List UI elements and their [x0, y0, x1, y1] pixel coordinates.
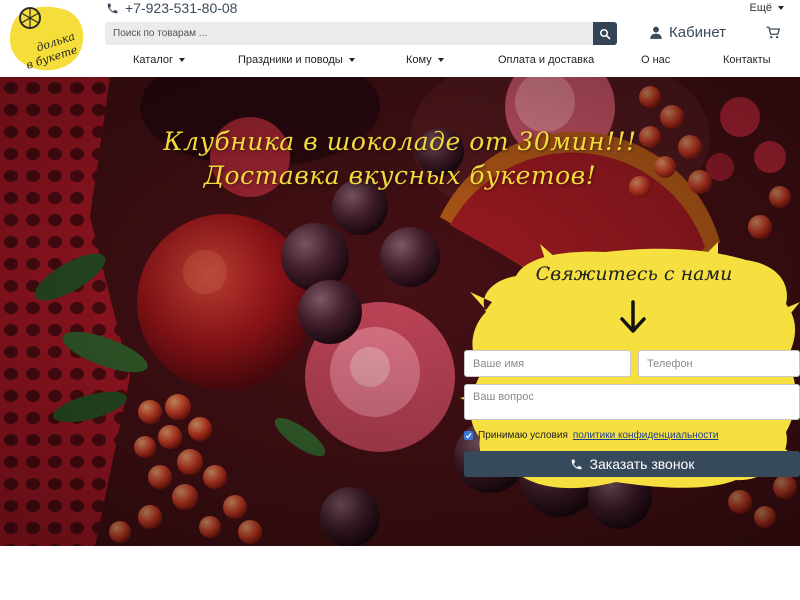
consent-checkbox[interactable] — [464, 431, 473, 440]
page-below-fold — [0, 546, 800, 600]
more-menu[interactable]: Ещё — [749, 2, 784, 14]
name-field[interactable] — [464, 350, 631, 377]
request-call-label: Заказать звонок — [589, 456, 695, 472]
consent-text: Принимаю условия — [478, 430, 568, 441]
nav-label: О нас — [641, 54, 671, 66]
chevron-down-icon — [348, 58, 355, 62]
nav-label: Каталог — [133, 54, 173, 66]
cart-icon — [766, 26, 781, 39]
cart-button[interactable] — [766, 26, 781, 44]
arrow-down-icon — [620, 300, 646, 333]
question-field[interactable] — [464, 384, 800, 420]
phone-field[interactable] — [638, 350, 800, 377]
contact-form-heading: Свяжитесь с нами — [535, 263, 733, 285]
nav-label: Праздники и поводы — [238, 54, 343, 66]
nav-item-holidays[interactable]: Праздники и поводы — [238, 54, 355, 66]
search-input[interactable] — [105, 22, 593, 45]
nav-label: Контакты — [723, 54, 771, 66]
phone-icon — [571, 459, 581, 469]
privacy-policy-link[interactable]: политики конфиденциальности — [573, 430, 719, 441]
cabinet-label: Кабинет — [669, 24, 727, 41]
logo[interactable]: долька в букете — [8, 4, 86, 72]
nav-label: Оплата и доставка — [498, 54, 595, 66]
cabinet-link[interactable]: Кабинет — [649, 24, 726, 41]
phone-link[interactable]: +7-923-531-80-08 — [106, 0, 237, 16]
more-label: Ещё — [749, 2, 772, 14]
search-button[interactable] — [593, 22, 617, 45]
site-header: долька в букете +7-923-531-80-08 Ещё Каб… — [0, 0, 800, 77]
consent-row: Принимаю условия политики конфиденциальн… — [464, 430, 794, 441]
check-icon — [465, 433, 472, 439]
request-call-button[interactable]: Заказать звонок — [464, 451, 800, 477]
phone-icon — [107, 3, 118, 13]
search-icon — [600, 28, 611, 39]
chevron-down-icon — [778, 6, 784, 10]
main-nav: Каталог Праздники и поводы Кому Оплата и… — [105, 54, 785, 70]
chevron-down-icon — [179, 58, 185, 62]
hero-title: Клубника в шоколаде от 30мин!!! Доставка… — [0, 125, 800, 193]
nav-item-catalog[interactable]: Каталог — [133, 54, 185, 66]
nav-item-payment-delivery[interactable]: Оплата и доставка — [498, 54, 594, 66]
nav-item-contacts[interactable]: Контакты — [723, 54, 771, 66]
phone-number: +7-923-531-80-08 — [125, 0, 238, 16]
nav-item-whom[interactable]: Кому — [406, 54, 444, 66]
nav-label: Кому — [406, 54, 432, 66]
hero-title-line2: Доставка вкусных букетов! — [203, 161, 597, 190]
hero-title-line1: Клубника в шоколаде от 30мин!!! — [163, 127, 637, 156]
nav-item-about[interactable]: О нас — [641, 54, 670, 66]
chevron-down-icon — [437, 58, 444, 62]
user-icon — [650, 26, 662, 39]
